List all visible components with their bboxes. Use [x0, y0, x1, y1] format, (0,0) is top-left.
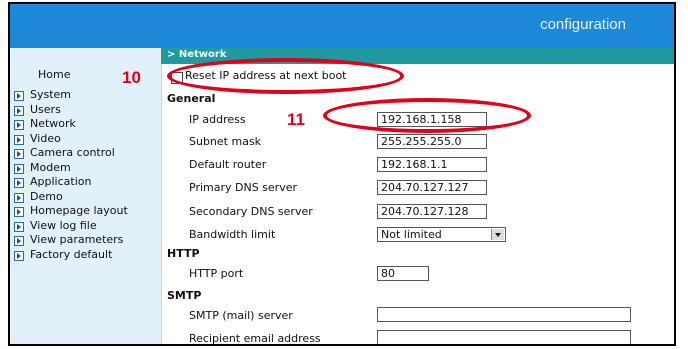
sidebar-item-label: Demo	[30, 189, 63, 203]
smtp-server-input[interactable]	[377, 307, 631, 322]
section-title: > Network	[167, 49, 227, 60]
callout-ellipse-reset	[167, 58, 404, 94]
recipient-email-label: Recipient email address	[189, 332, 321, 345]
default-router-input[interactable]: 192.168.1.1	[377, 157, 487, 172]
sidebar-item-label: View log file	[30, 218, 97, 232]
sidebar-item-users[interactable]: Users	[10, 103, 128, 118]
sidebar-item-camera-control[interactable]: Camera control	[10, 146, 128, 161]
http-heading: HTTP	[167, 247, 200, 260]
smtp-server-label: SMTP (mail) server	[189, 309, 293, 322]
arrow-right-icon	[14, 91, 24, 101]
primary-dns-label: Primary DNS server	[189, 181, 298, 194]
smtp-heading: SMTP	[167, 289, 202, 302]
secondary-dns-input[interactable]: 204.70.127.128	[377, 204, 487, 219]
sidebar: Home System Users Network Video Camera c…	[10, 48, 162, 344]
arrow-right-icon	[14, 236, 24, 246]
sidebar-item-home[interactable]: Home	[38, 68, 70, 81]
recipient-email-input[interactable]	[377, 330, 631, 344]
subnet-mask-label: Subnet mask	[189, 135, 262, 148]
app-title: configuration	[540, 16, 626, 33]
arrow-right-icon	[14, 207, 24, 217]
primary-dns-input[interactable]: 204.70.127.127	[377, 180, 487, 195]
sidebar-item-label: Homepage layout	[30, 204, 128, 217]
callout-number-11: 11	[287, 110, 305, 129]
arrow-right-icon	[14, 120, 24, 130]
sidebar-item-homepage-layout[interactable]: Homepage layout	[10, 204, 128, 219]
sidebar-item-label: Factory default	[30, 247, 113, 261]
sidebar-item-label: System	[30, 88, 72, 101]
chevron-down-icon[interactable]	[491, 229, 504, 240]
callout-number-10: 10	[122, 68, 141, 87]
sidebar-item-view-parameters[interactable]: View parameters	[10, 233, 128, 248]
secondary-dns-label: Secondary DNS server	[189, 205, 313, 218]
arrow-right-icon	[14, 192, 24, 203]
sidebar-item-modem[interactable]: Modem	[10, 161, 128, 176]
sidebar-item-factory-default[interactable]: Factory default	[10, 248, 128, 263]
sidebar-item-label: Camera control	[30, 146, 115, 159]
sidebar-item-video[interactable]: Video	[10, 132, 128, 147]
arrow-right-icon	[14, 163, 24, 174]
callout-ellipse-ip	[323, 98, 531, 133]
header-bar: configuration	[10, 4, 674, 48]
arrow-right-icon	[14, 134, 24, 145]
arrow-right-icon	[14, 105, 24, 116]
general-heading: General	[167, 92, 216, 105]
bandwidth-limit-select[interactable]: Not limited	[377, 227, 506, 242]
default-router-label: Default router	[189, 158, 267, 171]
sidebar-item-application[interactable]: Application	[10, 175, 128, 190]
http-port-input[interactable]: 80	[377, 266, 429, 281]
ip-address-label: IP address	[189, 113, 246, 126]
sidebar-item-demo[interactable]: Demo	[10, 190, 128, 205]
arrow-right-icon	[14, 149, 24, 159]
subnet-mask-input[interactable]: 255.255.255.0	[377, 134, 487, 149]
sidebar-item-label: Application	[30, 175, 92, 188]
arrow-right-icon	[14, 221, 24, 232]
sidebar-item-label: Network	[30, 117, 76, 130]
bandwidth-limit-value: Not limited	[381, 228, 442, 241]
sidebar-item-system[interactable]: System	[10, 88, 128, 103]
http-port-label: HTTP port	[189, 267, 244, 280]
sidebar-item-label: Video	[30, 131, 61, 145]
arrow-right-icon	[14, 250, 24, 261]
sidebar-item-view-log-file[interactable]: View log file	[10, 219, 128, 234]
sidebar-item-network[interactable]: Network	[10, 117, 128, 132]
sidebar-item-label: Users	[30, 102, 61, 116]
sidebar-item-label: View parameters	[30, 233, 124, 246]
bandwidth-limit-label: Bandwidth limit	[189, 228, 276, 241]
browser-frame: configuration Home System Users Network …	[8, 2, 676, 346]
sidebar-item-label: Modem	[30, 160, 71, 174]
arrow-right-icon	[14, 178, 24, 188]
